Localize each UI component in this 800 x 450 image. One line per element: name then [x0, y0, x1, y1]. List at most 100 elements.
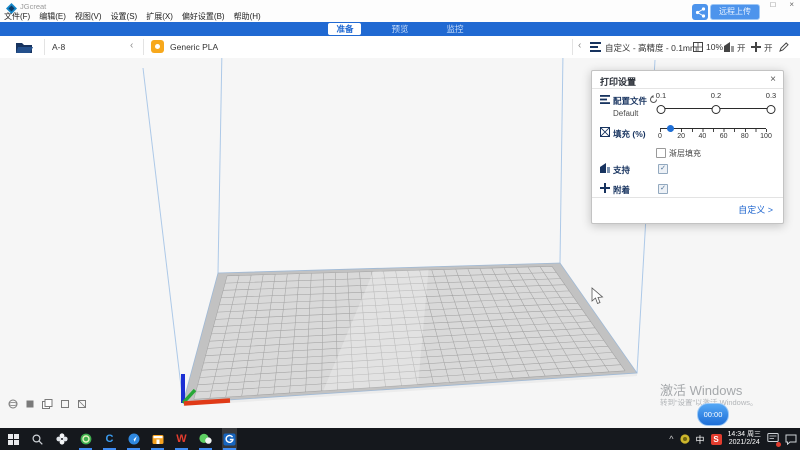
profile-layers-icon — [590, 42, 601, 52]
hidden-icons-chevron[interactable]: ^ — [669, 434, 673, 444]
support-checkbox[interactable]: ✓ — [658, 164, 668, 174]
menu-view[interactable]: 视图(V) — [75, 11, 102, 22]
view-perspective-icon[interactable] — [8, 399, 18, 409]
adhesion-icon[interactable] — [751, 42, 761, 52]
menu-help[interactable]: 帮助(H) — [234, 11, 261, 22]
titlebar: JGcreat — □ × 文件(F) 编辑(E) 视图(V) 设置(S) 扩展… — [0, 0, 800, 22]
infill-tick: 0 — [658, 133, 662, 140]
toolbar-divider — [44, 39, 45, 55]
tray-input-icon[interactable] — [680, 434, 690, 444]
support-label: 支持 — [613, 164, 630, 176]
menu-file[interactable]: 文件(F) — [4, 11, 30, 22]
profile-label: 配置文件 — [613, 95, 647, 107]
stage-tabbar: 准备 预览 监控 — [0, 22, 800, 36]
print-settings-panel: 打印设置 × 配置文件 Default 0.1 0.2 0.3 — [591, 70, 784, 224]
infill-tick: 80 — [741, 133, 749, 140]
toolbar-divider — [143, 39, 144, 55]
screen-recorder-timer[interactable]: 00:00 — [697, 403, 729, 426]
tab-monitor[interactable]: 监控 — [439, 23, 472, 35]
app-pinwheel-icon[interactable] — [54, 428, 69, 450]
panel-header: 打印设置 × — [592, 71, 783, 89]
menu-extensions[interactable]: 扩展(X) — [146, 11, 173, 22]
profile-layers-icon — [600, 95, 610, 104]
app-coin-icon[interactable] — [78, 428, 93, 450]
adhesion-label: 附着 — [613, 184, 630, 196]
taskbar-clock[interactable]: 14:34 周三 2021/2/24 — [728, 431, 761, 447]
maximize-button[interactable]: □ — [770, 0, 775, 9]
infill-icon — [600, 127, 610, 137]
infill-tick: 60 — [720, 133, 728, 140]
menu-edit[interactable]: 编辑(E) — [39, 11, 66, 22]
system-tray: ^ 中 S 14:34 周三 2021/2/24 — [669, 428, 797, 450]
remote-upload-label: 远程上传 — [710, 4, 760, 20]
remote-upload-button[interactable]: 远程上传 — [692, 4, 760, 20]
view-front-icon[interactable] — [60, 399, 70, 409]
support-icon — [600, 163, 610, 173]
printer-collapse-icon[interactable]: ‹ — [130, 40, 133, 51]
menu-preferences[interactable]: 偏好设置(B) — [182, 11, 225, 22]
close-button[interactable]: × — [789, 0, 794, 9]
adhesion-icon — [600, 183, 610, 193]
view-layers-icon[interactable] — [42, 399, 53, 409]
config-toolbar: A-8 ‹ Generic PLA ‹ 自定义 - 高精度 - 0.1mm 10… — [0, 36, 800, 59]
adhesion-checkbox[interactable]: ✓ — [658, 184, 668, 194]
layer-height-tick: 0.2 — [711, 91, 721, 100]
support-icon[interactable] — [724, 42, 734, 52]
panel-divider — [592, 197, 783, 198]
slider-stop[interactable] — [712, 105, 721, 114]
start-button[interactable] — [6, 428, 21, 450]
open-file-icon[interactable] — [16, 41, 33, 54]
app-store-icon[interactable] — [150, 428, 165, 450]
gradual-infill-label: 渐层填充 — [669, 148, 701, 159]
viewport-3d[interactable]: 激活 Windows 转到“设置”以激活 Windows。 00:00 打印设置… — [0, 58, 800, 428]
slider-stop[interactable] — [767, 105, 776, 114]
slider-stop[interactable] — [657, 105, 666, 114]
menu-settings[interactable]: 设置(S) — [111, 11, 138, 22]
search-icon[interactable] — [30, 428, 45, 450]
app-chat-icon[interactable] — [198, 428, 213, 450]
slider-tickmarks — [660, 129, 767, 132]
printer-selector[interactable]: A-8 — [52, 42, 65, 52]
layer-height-tick: 0.1 — [656, 91, 666, 100]
tab-preview[interactable]: 预览 — [383, 23, 416, 35]
app-c-browser-icon[interactable]: C — [102, 428, 117, 450]
app-navigator-icon[interactable] — [126, 428, 141, 450]
infill-tick: 100 — [760, 133, 772, 140]
profile-value: Default — [613, 109, 638, 118]
custom-settings-link[interactable]: 自定义 > — [738, 203, 773, 216]
clock-time: 14:34 周三 — [728, 431, 761, 439]
clock-date: 2021/2/24 — [728, 439, 761, 447]
axis-x-red — [184, 401, 230, 404]
view-side-icon[interactable] — [77, 399, 87, 409]
layer-height-tick: 0.3 — [766, 91, 776, 100]
tab-prepare[interactable]: 准备 — [328, 23, 361, 35]
material-spool-icon — [151, 40, 164, 53]
ime-language-indicator[interactable]: 中 — [696, 433, 705, 446]
panel-title: 打印设置 — [600, 75, 636, 88]
infill-label: 填充 (%) — [613, 128, 646, 140]
settings-collapse-icon[interactable]: ‹ — [578, 40, 581, 51]
material-selector[interactable]: Generic PLA — [170, 42, 218, 52]
sogou-ime-icon[interactable]: S — [711, 434, 722, 445]
infill-slider[interactable]: 0 20 40 60 80 100 — [652, 120, 772, 144]
edit-settings-pencil-icon[interactable] — [779, 42, 789, 52]
layer-height-slider[interactable]: 0.1 0.2 0.3 — [652, 91, 778, 117]
profile-summary[interactable]: 自定义 - 高精度 - 0.1mm — [605, 42, 697, 54]
mouse-cursor — [592, 288, 603, 304]
app-w-icon[interactable]: W — [174, 428, 189, 450]
view-solid-icon[interactable] — [25, 399, 35, 409]
action-center-icon[interactable] — [785, 434, 797, 445]
jgcreat-window: JGcreat — □ × 文件(F) 编辑(E) 视图(V) 设置(S) 扩展… — [0, 0, 800, 450]
infill-tick: 40 — [698, 133, 706, 140]
toolbar-divider — [572, 39, 573, 55]
panel-close-icon[interactable]: × — [770, 74, 776, 85]
windows-taskbar: C W — [0, 428, 800, 450]
infill-tick: 20 — [677, 133, 685, 140]
app-jgcreat-icon[interactable] — [222, 428, 237, 450]
share-icon — [692, 4, 708, 20]
gradual-infill-checkbox[interactable] — [656, 148, 666, 158]
menubar: 文件(F) 编辑(E) 视图(V) 设置(S) 扩展(X) 偏好设置(B) 帮助… — [4, 11, 261, 22]
infill-grid-icon[interactable] — [693, 42, 703, 52]
notification-icon[interactable] — [767, 432, 779, 446]
app-title: JGcreat — [20, 2, 46, 11]
